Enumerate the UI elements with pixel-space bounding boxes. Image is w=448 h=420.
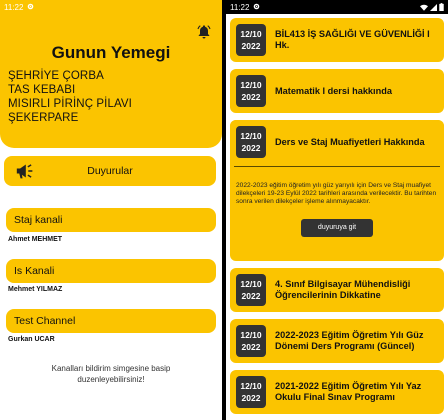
- date-year: 2022: [241, 41, 261, 51]
- date-day: 12/10: [240, 278, 262, 289]
- announcement-card[interactable]: 12/10 2022 BİL413 İŞ SAĞLIĞI VE GÜVENLİĞ…: [230, 18, 444, 62]
- bell-icon[interactable]: [196, 24, 212, 40]
- date-day: 12/10: [240, 329, 262, 340]
- channel-name: Test Channel: [14, 315, 76, 327]
- settings-status-icon: [253, 3, 260, 12]
- date-badge: 12/10 2022: [236, 375, 266, 408]
- status-bar: 11:22: [0, 0, 222, 14]
- status-bar: 11:22: [226, 0, 448, 14]
- announcements-screen: 11:22 12/10 2022 BİL413 İŞ SAĞLIĞI VE GÜ…: [226, 0, 448, 420]
- announcement-card[interactable]: 12/10 2022 2021-2022 Eğitim Öğretim Yılı…: [230, 369, 444, 414]
- channel-owner: Mehmet YILMAZ: [8, 286, 63, 293]
- announcement-title: BİL413 İŞ SAĞLIĞI VE GÜVENLİĞİ I Hk.: [275, 29, 430, 50]
- channel-button-is[interactable]: Is Kanali: [6, 259, 216, 283]
- menu-item: TAS KEBABI: [8, 84, 76, 96]
- announcement-title: 2021-2022 Eğitim Öğretim Yılı Yaz Okulu …: [275, 380, 422, 402]
- date-year: 2022: [241, 143, 261, 153]
- date-badge: 12/10 2022: [236, 273, 266, 306]
- date-badge: 12/10 2022: [236, 75, 266, 107]
- meal-menu-list: ŞEHRİYE ÇORBA TAS KEBABI MISIRLI PİRİNÇ …: [0, 69, 222, 125]
- date-day: 12/10: [240, 131, 262, 141]
- date-day: 12/10: [240, 380, 262, 391]
- announcement-body: 2022-2023 eğitim öğretim yılı güz yarıyı…: [236, 182, 437, 206]
- date-badge: 12/10 2022: [236, 324, 266, 357]
- footer-hint-line: Kanalları bildirim simgesine basip: [51, 364, 171, 373]
- page-title: Gunun Yemegi: [51, 43, 171, 62]
- status-time: 11:22: [230, 2, 250, 12]
- channel-button-staj[interactable]: Staj kanali: [6, 208, 216, 232]
- announcement-card-expanded[interactable]: 12/10 2022 Ders ve Staj Muafiyetleri Hak…: [230, 120, 444, 261]
- channel-name: Is Kanali: [14, 265, 55, 277]
- announcement-card[interactable]: 12/10 2022 Matematik I dersi hakkında: [230, 69, 444, 113]
- menu-item: ŞEKERPARE: [8, 112, 79, 124]
- go-to-announcement-button[interactable]: duyuruya git: [301, 218, 373, 237]
- date-year: 2022: [241, 92, 261, 102]
- settings-status-icon: [27, 3, 34, 12]
- menu-item: ŞEHRİYE ÇORBA: [8, 70, 104, 82]
- announcement-title: 4. Sınıf Bilgisayar Mühendisliği Öğrenci…: [275, 278, 411, 300]
- menu-item: MISIRLI PİRİNÇ PİLAVI: [8, 98, 132, 110]
- announcements-button[interactable]: Duyurular: [4, 156, 216, 186]
- date-day: 12/10: [240, 80, 262, 90]
- announcement-title: Ders ve Staj Muafiyetleri Hakkında: [275, 136, 425, 147]
- channel-owner: Gurkan UCAR: [8, 336, 55, 343]
- footer-hint: Kanalları bildirim simgesine basip duzen…: [0, 363, 222, 385]
- battery-icon: [439, 3, 444, 11]
- date-year: 2022: [241, 392, 261, 403]
- home-screen: 11:22 Gunun Yemegi ŞEHRİYE ÇORBA TAS KEB…: [0, 0, 222, 420]
- date-day: 12/10: [240, 29, 262, 39]
- channel-name: Staj kanali: [14, 214, 63, 226]
- status-time: 11:22: [4, 2, 24, 12]
- footer-hint-line: duzenleyebilirsiniz!: [77, 375, 145, 384]
- announcement-card-header[interactable]: 12/10 2022 Ders ve Staj Muafiyetleri Hak…: [230, 120, 444, 164]
- megaphone-icon: [15, 162, 35, 180]
- announcement-card[interactable]: 12/10 2022 4. Sınıf Bilgisayar Mühendisl…: [230, 267, 444, 312]
- announcement-title: Matematik I dersi hakkında: [275, 85, 392, 96]
- date-badge: 12/10 2022: [236, 126, 266, 158]
- announcement-card[interactable]: 12/10 2022 2022-2023 Eğitim Öğretim Yılı…: [230, 318, 444, 363]
- channel-button-test[interactable]: Test Channel: [6, 309, 216, 333]
- wifi-icon: [420, 4, 428, 11]
- date-badge: 12/10 2022: [236, 24, 266, 56]
- announcement-feed: 12/10 2022 BİL413 İŞ SAĞLIĞI VE GÜVENLİĞ…: [226, 14, 448, 414]
- date-year: 2022: [241, 341, 261, 352]
- announcement-title: 2022-2023 Eğitim Öğretim Yılı Güz Dönemi…: [275, 329, 424, 351]
- signal-icon: [430, 3, 437, 11]
- menu-header: Gunun Yemegi ŞEHRİYE ÇORBA TAS KEBABI MI…: [0, 0, 222, 148]
- announcements-label: Duyurular: [87, 165, 133, 177]
- date-year: 2022: [241, 290, 261, 301]
- channel-owner: Ahmet MEHMET: [8, 236, 63, 243]
